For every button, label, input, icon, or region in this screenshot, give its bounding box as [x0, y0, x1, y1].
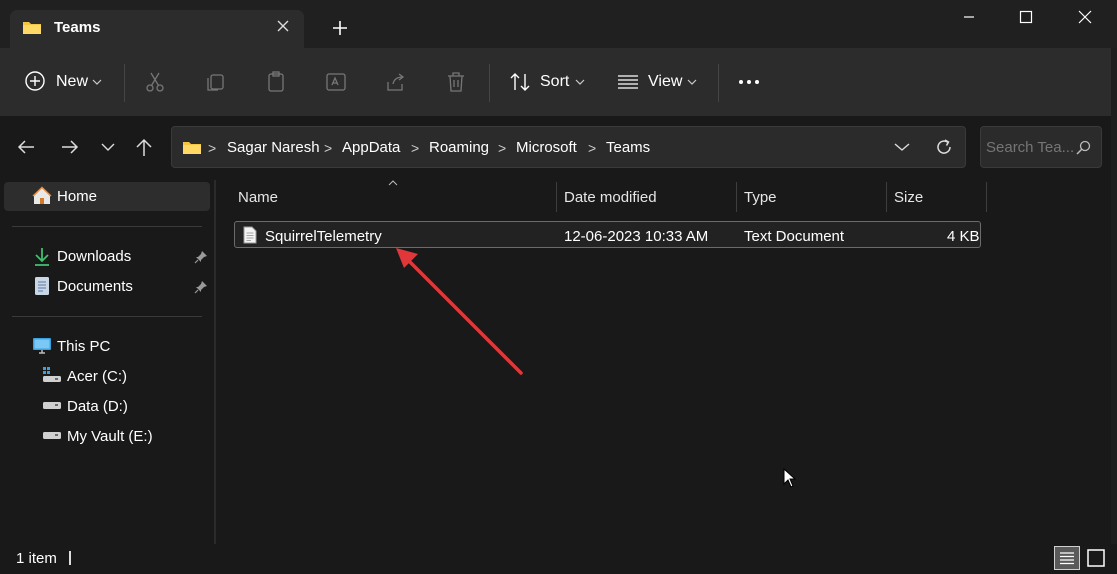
documents-icon	[35, 277, 49, 295]
up-icon[interactable]	[135, 137, 153, 157]
status-divider	[69, 551, 71, 565]
minimize-button[interactable]	[941, 0, 997, 34]
sidebar-divider	[12, 316, 202, 317]
toolbar-divider	[489, 64, 490, 102]
tab-title: Teams	[54, 19, 101, 36]
breadcrumb-separator: >	[498, 140, 507, 156]
maximize-button[interactable]	[998, 0, 1054, 34]
toolbar-divider	[124, 64, 125, 102]
text-file-icon	[243, 226, 257, 244]
toolbar-divider	[718, 64, 719, 102]
home-icon	[32, 186, 52, 204]
recent-locations-icon[interactable]	[101, 142, 115, 152]
sort-label: Sort	[540, 73, 570, 90]
breadcrumb-separator: >	[588, 140, 597, 156]
computer-icon	[33, 338, 51, 354]
breadcrumb-separator: >	[324, 140, 333, 156]
column-header-type[interactable]: Type	[744, 189, 777, 206]
drive-icon	[43, 432, 61, 439]
column-separator[interactable]	[986, 182, 987, 212]
new-label: New	[56, 73, 89, 90]
breadcrumb-item[interactable]: Teams	[606, 139, 650, 156]
back-icon[interactable]	[16, 138, 36, 156]
download-icon	[35, 248, 49, 266]
details-view-icon	[1060, 552, 1074, 565]
column-separator[interactable]	[556, 182, 557, 212]
navigation-pane	[0, 180, 213, 544]
sort-icon	[510, 73, 530, 91]
scrollbar[interactable]	[1111, 48, 1117, 544]
annotation-arrow	[396, 248, 523, 375]
breadcrumb-item[interactable]: Sagar Naresh	[227, 139, 320, 156]
file-date: 12-06-2023 10:33 AM	[564, 228, 709, 245]
pin-icon[interactable]	[194, 250, 208, 264]
copy-icon[interactable]	[204, 70, 228, 94]
file-size: 4 KB	[947, 228, 980, 245]
sidebar-item-label: Home	[57, 188, 98, 205]
column-header-date[interactable]: Date modified	[564, 189, 657, 206]
folder-icon	[23, 22, 41, 34]
breadcrumb-item[interactable]: Roaming	[429, 139, 489, 156]
more-options-icon[interactable]	[737, 78, 761, 86]
paste-icon[interactable]	[264, 70, 288, 94]
minimize-icon	[964, 16, 974, 18]
chevron-down-icon	[92, 79, 102, 85]
chevron-down-icon	[575, 79, 585, 85]
close-icon	[1078, 10, 1092, 24]
large-icons-view-button[interactable]	[1084, 546, 1108, 570]
search-icon	[1076, 140, 1091, 155]
breadcrumb-item[interactable]: AppData	[342, 139, 400, 156]
maximize-icon	[1019, 10, 1033, 24]
column-header-size[interactable]: Size	[894, 189, 923, 206]
view-list-icon	[618, 75, 638, 89]
item-count: 1 item	[16, 550, 57, 567]
sort-ascending-icon	[388, 180, 398, 186]
column-separator[interactable]	[886, 182, 887, 212]
file-name: SquirrelTelemetry	[265, 228, 382, 245]
plus-circle-icon	[25, 71, 45, 91]
column-separator[interactable]	[736, 182, 737, 212]
column-header-name[interactable]: Name	[238, 189, 278, 206]
details-view-button[interactable]	[1054, 546, 1080, 570]
close-tab-icon[interactable]	[274, 17, 292, 35]
sidebar-item-label: Documents	[57, 278, 133, 295]
search-input[interactable]	[986, 137, 1076, 157]
sidebar-item-label: This PC	[57, 338, 111, 355]
sidebar-item-label: Downloads	[57, 248, 132, 265]
sidebar-item-label: Data (D:)	[67, 398, 128, 415]
breadcrumb-item[interactable]: Microsoft	[516, 139, 577, 156]
mouse-cursor-icon	[783, 468, 797, 488]
pin-icon[interactable]	[194, 280, 208, 294]
drive-icon	[43, 402, 61, 409]
view-label: View	[648, 73, 683, 90]
sidebar-item-label: My Vault (E:)	[67, 428, 153, 445]
chevron-down-icon	[687, 79, 697, 85]
large-icons-view-icon	[1087, 549, 1105, 567]
breadcrumb-separator: >	[208, 140, 217, 156]
delete-icon[interactable]	[444, 70, 468, 94]
file-type: Text Document	[744, 228, 845, 245]
breadcrumb-separator: >	[411, 140, 420, 156]
system-drive-icon	[43, 367, 61, 382]
folder-icon	[183, 142, 201, 154]
rename-icon[interactable]	[324, 70, 348, 94]
share-icon[interactable]	[384, 70, 408, 94]
address-history-icon[interactable]	[894, 142, 910, 152]
close-window-button[interactable]	[1057, 0, 1113, 34]
status-bar	[0, 544, 1117, 570]
forward-icon[interactable]	[60, 138, 80, 156]
pane-splitter[interactable]	[214, 180, 216, 544]
new-tab-icon[interactable]	[330, 18, 350, 38]
sidebar-item-label: Acer (C:)	[67, 368, 127, 385]
cut-icon[interactable]	[144, 70, 168, 94]
sidebar-divider	[12, 226, 202, 227]
refresh-icon[interactable]	[935, 138, 953, 156]
